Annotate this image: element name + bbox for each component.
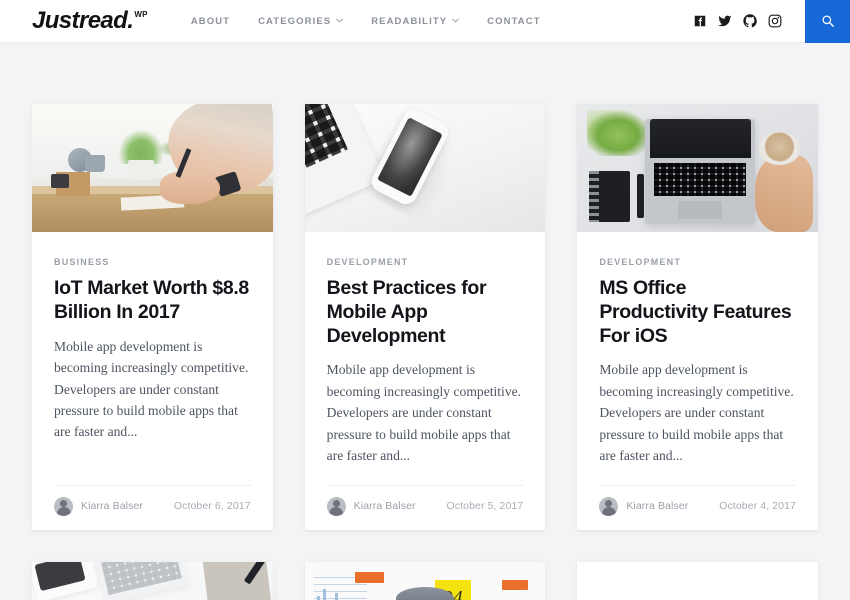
post-date: October 5, 2017 xyxy=(446,500,524,513)
post-meta: Kiarra Balser October 4, 2017 xyxy=(599,484,796,530)
site-logo[interactable]: Justread. WP xyxy=(32,9,148,33)
post-card[interactable]: DEVELOPMENT Best Practices for Mobile Ap… xyxy=(304,104,546,530)
facebook-icon[interactable] xyxy=(693,14,707,28)
white-desk-flatlay-photo xyxy=(32,561,273,600)
chevron-down-icon xyxy=(452,17,459,24)
main-navigation: ABOUT CATEGORIES READABILITY CONTACT xyxy=(177,16,555,27)
author-name: Kiarra Balser xyxy=(353,500,416,513)
quote-card[interactable]: “ Do the difficult things while they are… xyxy=(577,561,818,600)
post-grid-row-1: BUSINESS IoT Market Worth $8.8 Billion I… xyxy=(32,104,818,530)
post-title[interactable]: Best Practices for Mobile App Developmen… xyxy=(327,277,524,348)
post-excerpt: Mobile app development is becoming incre… xyxy=(54,338,249,440)
nav-item-categories[interactable]: CATEGORIES xyxy=(244,16,357,27)
post-card[interactable]: BUSINESS IoT Market Worth $8.8 Billion I… xyxy=(32,104,273,530)
instagram-icon[interactable] xyxy=(768,14,782,28)
post-thumbnail[interactable] xyxy=(304,104,546,232)
post-date: October 6, 2017 xyxy=(173,500,251,513)
laptop-flatlay-coffee-photo xyxy=(577,104,818,232)
author-name: Kiarra Balser xyxy=(626,500,689,513)
post-card[interactable]: 94 D BUSINESS xyxy=(304,561,546,600)
post-category[interactable]: DEVELOPMENT xyxy=(327,257,409,267)
social-links xyxy=(693,14,805,28)
whiteboard-planning-photo: 94 D xyxy=(304,561,546,600)
post-title[interactable]: IoT Market Worth $8.8 Billion In 2017 xyxy=(54,277,251,325)
twitter-icon[interactable] xyxy=(718,14,732,28)
post-thumbnail[interactable]: 94 D xyxy=(304,561,546,600)
post-thumbnail[interactable] xyxy=(32,561,273,600)
header-right xyxy=(693,0,850,43)
post-grid-row-2: DEVELOPMENT 94 D BUSINESS xyxy=(32,561,818,600)
post-body: DEVELOPMENT MS Office Productivity Featu… xyxy=(577,232,818,467)
nav-item-readability[interactable]: READABILITY xyxy=(357,16,473,27)
post-excerpt: Mobile app development is becoming incre… xyxy=(599,362,794,464)
logo-superscript: WP xyxy=(134,10,148,19)
post-author[interactable]: Kiarra Balser xyxy=(54,496,143,516)
post-thumbnail[interactable] xyxy=(32,104,273,232)
post-category[interactable]: BUSINESS xyxy=(54,257,110,267)
post-category[interactable]: DEVELOPMENT xyxy=(599,257,681,267)
nav-label: READABILITY xyxy=(371,15,448,27)
github-icon[interactable] xyxy=(743,14,757,28)
site-header: Justread. WP ABOUT CATEGORIES READABILIT… xyxy=(0,0,850,43)
search-button[interactable] xyxy=(805,0,850,43)
nav-label: CATEGORIES xyxy=(258,15,332,27)
nav-label: ABOUT xyxy=(190,15,231,27)
desk-writing-photo xyxy=(32,104,273,232)
nav-item-about[interactable]: ABOUT xyxy=(177,16,244,27)
post-meta: Kiarra Balser October 5, 2017 xyxy=(326,484,524,530)
post-excerpt: Mobile app development is becoming incre… xyxy=(326,362,522,464)
logo-text: Justread. xyxy=(32,7,134,34)
avatar xyxy=(54,496,73,516)
post-date: October 4, 2017 xyxy=(719,500,796,513)
main-content: BUSINESS IoT Market Worth $8.8 Billion I… xyxy=(0,104,850,600)
post-title[interactable]: MS Office Productivity Features For iOS xyxy=(599,277,796,348)
post-body: DEVELOPMENT Best Practices for Mobile Ap… xyxy=(305,232,546,467)
post-author[interactable]: Kiarra Balser xyxy=(599,496,689,516)
search-icon xyxy=(821,15,834,27)
author-name: Kiarra Balser xyxy=(81,500,143,513)
post-author[interactable]: Kiarra Balser xyxy=(326,496,416,516)
nav-item-contact[interactable]: CONTACT xyxy=(473,16,554,27)
avatar xyxy=(599,496,619,516)
post-thumbnail[interactable] xyxy=(577,104,818,232)
avatar xyxy=(326,496,346,516)
post-card[interactable]: DEVELOPMENT xyxy=(32,561,273,600)
post-meta: Kiarra Balser October 6, 2017 xyxy=(54,484,251,530)
post-body: BUSINESS IoT Market Worth $8.8 Billion I… xyxy=(32,232,273,467)
nav-label: CONTACT xyxy=(487,15,541,27)
chevron-down-icon xyxy=(336,17,343,24)
post-card[interactable]: DEVELOPMENT MS Office Productivity Featu… xyxy=(577,104,818,530)
laptop-phone-grayscale-photo xyxy=(304,104,546,232)
